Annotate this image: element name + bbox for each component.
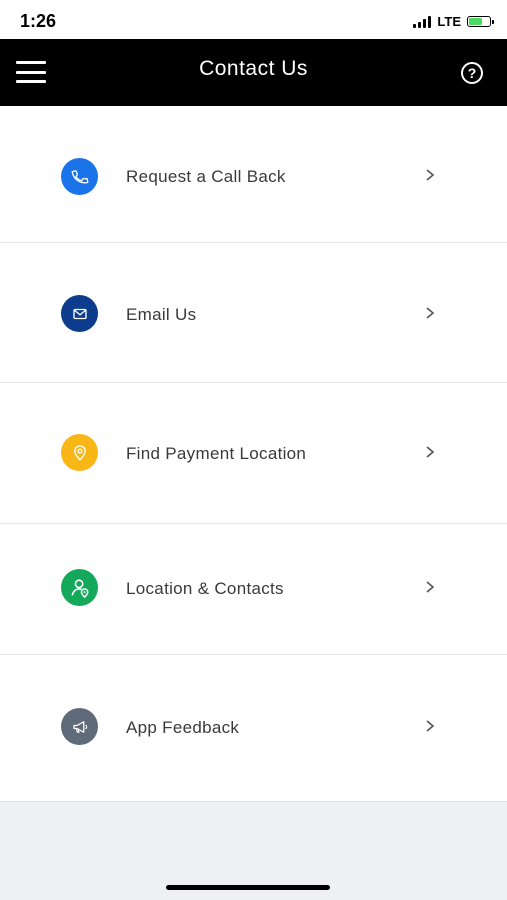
network-type: LTE	[437, 14, 461, 29]
signal-icon	[413, 15, 432, 28]
chevron-right-icon	[426, 581, 435, 593]
menu-item-label: Request a Call Back	[126, 167, 286, 186]
help-icon[interactable]: ?	[461, 62, 483, 84]
chevron-right-icon	[426, 169, 435, 181]
location-pin-icon	[61, 434, 98, 471]
mail-icon	[61, 295, 98, 332]
status-bar: 1:26 LTE	[0, 0, 507, 39]
app-feedback-item[interactable]: App Feedback	[0, 655, 507, 801]
status-indicators: LTE	[413, 14, 494, 29]
battery-icon	[467, 16, 494, 27]
phone-icon	[61, 158, 98, 195]
email-us-item[interactable]: Email Us	[0, 243, 507, 383]
status-time: 1:26	[20, 11, 57, 31]
app-bar: Contact Us ?	[0, 39, 507, 106]
menu-item-label: Email Us	[126, 305, 197, 324]
menu-item-label: App Feedback	[126, 718, 240, 737]
chevron-right-icon	[426, 720, 435, 732]
megaphone-icon	[61, 708, 98, 745]
page-title: Contact Us	[199, 57, 308, 80]
chevron-right-icon	[426, 446, 435, 458]
contact-options-list: Request a Call Back Email Us Find Paymen…	[0, 106, 507, 802]
contact-location-icon	[61, 569, 98, 606]
menu-item-label: Location & Contacts	[126, 579, 284, 598]
find-payment-location-item[interactable]: Find Payment Location	[0, 383, 507, 524]
home-indicator[interactable]	[166, 885, 330, 890]
menu-item-label: Find Payment Location	[126, 444, 307, 463]
request-call-back-item[interactable]: Request a Call Back	[0, 106, 507, 243]
location-contacts-item[interactable]: Location & Contacts	[0, 524, 507, 655]
chevron-right-icon	[426, 307, 435, 319]
